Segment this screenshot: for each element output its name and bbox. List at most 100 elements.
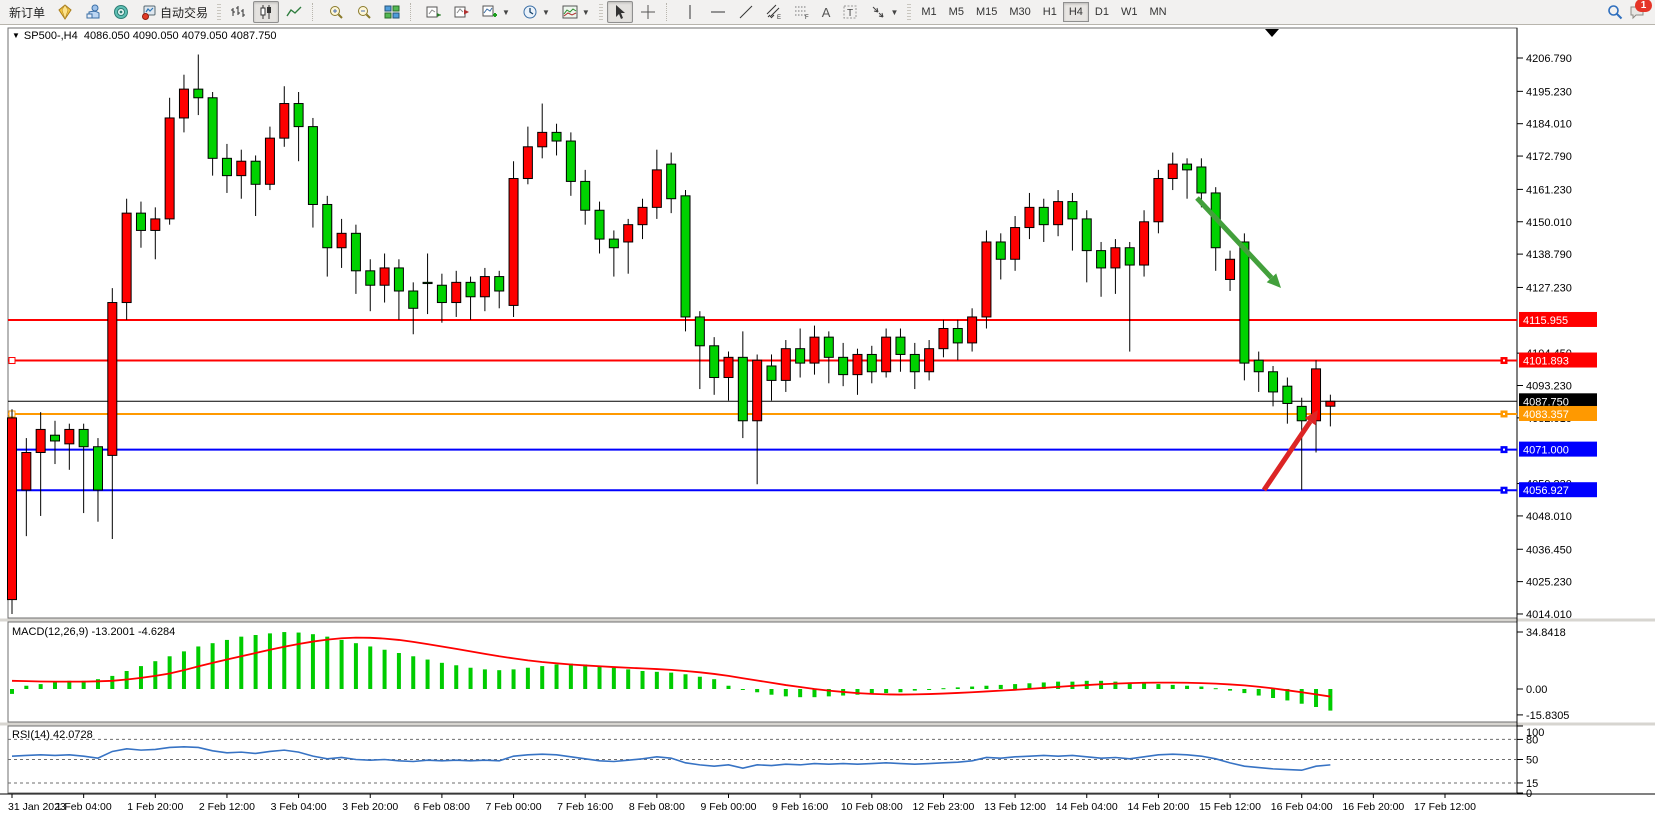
bull-candle [452, 282, 461, 302]
dropdown-caret: ▼ [582, 8, 590, 17]
macd-histogram-bar [297, 633, 301, 689]
trendline-button[interactable] [733, 1, 759, 23]
resistance-line-2-left-handle[interactable] [9, 358, 15, 364]
macd-histogram-bar [1271, 689, 1275, 698]
arrows-button[interactable]: ▼ [865, 1, 903, 23]
bear-candle [953, 328, 962, 342]
text-label-icon: T [842, 4, 858, 20]
price-tick-label: 4206.790 [1526, 53, 1572, 65]
signals-button[interactable] [108, 1, 134, 23]
cursor-button[interactable] [607, 1, 633, 23]
bear-candle [824, 337, 833, 357]
macd-histogram-bar [469, 668, 473, 689]
notifications-button[interactable]: 1 [1629, 4, 1645, 20]
timeframe-d1[interactable]: D1 [1089, 2, 1115, 22]
macd-histogram-bar [769, 689, 773, 695]
candlestick-chart-button[interactable] [253, 1, 279, 23]
macd-histogram-bar [325, 637, 329, 689]
time-axis-label: 15 Feb 12:00 [1199, 801, 1261, 813]
time-axis-label: 13 Feb 12:00 [984, 801, 1046, 813]
auto-scroll-button[interactable] [421, 1, 447, 23]
bear-candle [1197, 167, 1206, 193]
macd-histogram-bar [1314, 689, 1318, 707]
cursor-icon [612, 4, 628, 20]
crosshair-icon [640, 4, 656, 20]
price-tick-label: 4138.790 [1526, 249, 1572, 261]
channel-button[interactable]: E [761, 1, 787, 23]
toolbar-grip [599, 4, 603, 20]
fibonacci-button[interactable]: F [789, 1, 815, 23]
text-button[interactable]: A [817, 1, 836, 23]
macd-histogram-bar [784, 689, 788, 696]
crosshair-button[interactable] [635, 1, 661, 23]
templates-button[interactable]: ▼ [557, 1, 595, 23]
price-tick-label: 4025.230 [1526, 577, 1572, 589]
bear-candle [1240, 242, 1249, 363]
bear-candle [423, 282, 432, 283]
price-tick-label: 4195.230 [1526, 86, 1572, 98]
bar-chart-button[interactable] [225, 1, 251, 23]
chart-shift-button[interactable] [449, 1, 475, 23]
macd-histogram-bar [1199, 687, 1203, 689]
macd-histogram-bar [540, 666, 544, 689]
macd-histogram-bar [254, 635, 258, 689]
horizontal-line-button[interactable] [705, 1, 731, 23]
notification-badge: 1 [1635, 0, 1652, 12]
search-icon[interactable] [1607, 4, 1623, 20]
vertical-line-button[interactable] [677, 1, 703, 23]
bear-candle [308, 127, 317, 205]
chart-canvas[interactable]: 4206.7904195.2304184.0104172.7904161.230… [0, 26, 1655, 824]
zoom-out-button[interactable] [351, 1, 377, 23]
timeframe-m1[interactable]: M1 [915, 2, 942, 22]
collapse-triangle-icon[interactable]: ▼ [12, 31, 20, 40]
timeframe-m5[interactable]: M5 [943, 2, 970, 22]
timeframe-mn[interactable]: MN [1143, 2, 1172, 22]
bull-candle [624, 225, 633, 242]
new-order-button[interactable]: 新订单 [4, 1, 50, 23]
timeframe-m15[interactable]: M15 [970, 2, 1003, 22]
text-label-button[interactable]: T [837, 1, 863, 23]
indicators-button[interactable]: ▼ [477, 1, 515, 23]
price-tick-label: 4184.010 [1526, 119, 1572, 131]
bear-candle [1082, 219, 1091, 251]
tile-windows-button[interactable] [379, 1, 405, 23]
bull-candle [1025, 207, 1034, 227]
bull-candle [724, 357, 733, 377]
bear-candle [566, 141, 575, 181]
bear-candle [294, 104, 303, 127]
symbols-button[interactable] [52, 1, 78, 23]
price-tick-label: 4161.230 [1526, 184, 1572, 196]
macd-histogram-bar [426, 660, 430, 689]
bear-candle [1068, 202, 1077, 219]
macd-histogram-bar [411, 656, 415, 689]
bear-candle [1125, 248, 1134, 265]
support-line-1-right-handle-dot [1503, 449, 1505, 451]
mt4-window: 新订单 自动交易 [0, 0, 1655, 824]
line-chart-button[interactable] [281, 1, 307, 23]
macd-histogram-bar [225, 640, 229, 689]
time-axis-label: 2 Feb 12:00 [199, 801, 255, 813]
zoom-in-button[interactable] [323, 1, 349, 23]
time-axis-label: 8 Feb 08:00 [629, 801, 685, 813]
bull-candle [882, 337, 891, 372]
timeframe-h1[interactable]: H1 [1037, 2, 1063, 22]
bull-candle [982, 242, 991, 317]
periods-button[interactable]: ▼ [517, 1, 555, 23]
bear-candle [194, 89, 203, 98]
market-watch-button[interactable] [80, 1, 106, 23]
timeframe-w1[interactable]: W1 [1115, 2, 1144, 22]
price-badge-label: 4071.000 [1523, 445, 1569, 457]
time-axis-label: 9 Feb 00:00 [700, 801, 756, 813]
bear-candle [251, 161, 260, 184]
timeframe-h4[interactable]: H4 [1063, 2, 1089, 22]
time-axis-label: 14 Feb 04:00 [1056, 801, 1118, 813]
autotrading-button[interactable]: 自动交易 [136, 1, 213, 23]
bear-candle [208, 98, 217, 159]
timeframe-m30[interactable]: M30 [1003, 2, 1036, 22]
macd-histogram-bar [669, 673, 673, 689]
time-axis-label: 12 Feb 23:00 [913, 801, 975, 813]
macd-histogram-bar [512, 669, 516, 689]
bear-candle [1039, 207, 1048, 224]
channel-icon: E [766, 4, 782, 20]
templates-icon [562, 4, 578, 20]
